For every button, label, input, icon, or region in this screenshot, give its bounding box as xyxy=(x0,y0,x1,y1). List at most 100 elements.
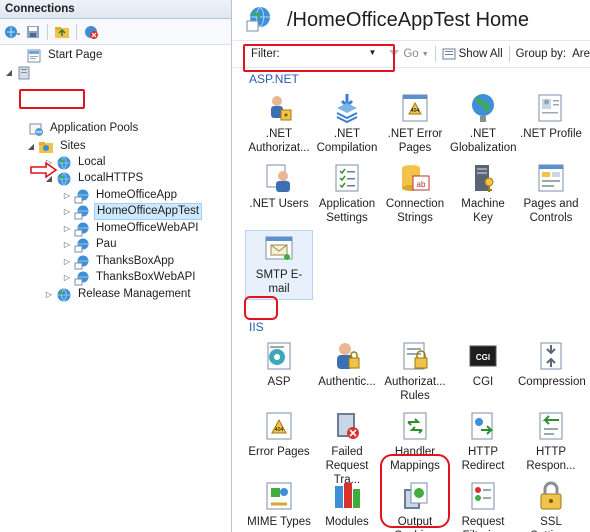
tree-item-label: Pau xyxy=(96,238,117,250)
iis-highlight-box xyxy=(244,296,278,320)
tree-item-homeofficeapp[interactable]: ▷ HomeOfficeApp xyxy=(62,187,179,204)
feature-authentication[interactable]: Authentic... xyxy=(313,338,381,408)
net-profile-icon xyxy=(535,92,567,124)
group-by-select[interactable]: Are xyxy=(572,48,590,60)
net-globalization-icon xyxy=(467,92,499,124)
app-globe-icon xyxy=(74,254,90,270)
machine-key-icon xyxy=(467,162,499,194)
tree-item-pau[interactable]: ▷ Pau xyxy=(62,236,118,253)
tree-item-label: Sites xyxy=(60,140,86,152)
sites-highlight-box xyxy=(19,89,85,109)
filter-divider xyxy=(508,46,510,62)
http-response-headers-icon xyxy=(535,410,567,442)
tree-item-label: HomeOfficeApp xyxy=(96,189,177,201)
connect-icon[interactable] xyxy=(3,23,21,41)
feature-authorization-rules[interactable]: Authorizat... Rules xyxy=(381,338,449,408)
expand-arrow-icon[interactable]: ▷ xyxy=(62,257,72,267)
feature-request-filtering[interactable]: Request Filtering xyxy=(449,478,517,532)
expand-arrow-icon[interactable]: ▷ xyxy=(62,273,72,283)
feature-connection-strings[interactable]: ab Connection Strings xyxy=(381,160,449,230)
feature-label: Machine Key xyxy=(461,198,505,224)
expand-arrow-icon[interactable]: ▷ xyxy=(62,224,72,234)
feature-http-response-headers[interactable]: HTTP Respon... xyxy=(517,408,585,478)
tree-item-server[interactable]: ◢ xyxy=(4,64,36,81)
feature-modules[interactable]: Modules xyxy=(313,478,381,532)
app-pools-icon xyxy=(28,121,44,137)
net-users-icon xyxy=(263,162,295,194)
output-caching-highlight-box xyxy=(380,454,450,528)
feature-mime-types[interactable]: MIME Types xyxy=(245,478,313,532)
tree-item-application-pools[interactable]: Application Pools xyxy=(28,120,140,137)
feature-label: Error Pages xyxy=(248,446,310,458)
feature-label: Application Settings xyxy=(318,198,376,224)
expand-arrow-icon[interactable]: ▷ xyxy=(44,290,54,300)
feature-smtp-email[interactable]: SMTP E-mail xyxy=(245,230,313,300)
feature-ssl-settings[interactable]: SSL Settings xyxy=(517,478,585,532)
feature-net-globalization[interactable]: .NET Globalization xyxy=(449,90,517,160)
show-all-button[interactable]: Show All xyxy=(442,47,503,61)
feature-label: Authorizat... Rules xyxy=(384,376,446,402)
feature-http-redirect[interactable]: HTTP Redirect xyxy=(449,408,517,478)
feature-label: .NET Globalization xyxy=(450,128,517,154)
feature-label: ASP xyxy=(267,376,291,388)
tree-item-localhttps[interactable]: ◢ LocalHTTPS xyxy=(44,170,145,187)
feature-label: .NET Profile xyxy=(520,128,582,140)
start-page-icon xyxy=(26,48,42,64)
feature-machine-key[interactable]: Machine Key xyxy=(449,160,517,230)
feature-net-authorization[interactable]: .NET Authorizat... xyxy=(245,90,313,160)
page-header: /HomeOfficeAppTest Home xyxy=(233,0,590,40)
tree-item-homeofficewebapi[interactable]: ▷ HomeOfficeWebAPI xyxy=(62,220,200,237)
up-folder-icon[interactable] xyxy=(53,23,71,41)
feature-application-settings[interactable]: Application Settings xyxy=(313,160,381,230)
tree-item-homeofficeapptest[interactable]: ▷ HomeOfficeAppTest xyxy=(62,203,203,220)
failed-request-tracing-icon xyxy=(331,410,363,442)
globe-icon xyxy=(56,171,72,187)
connections-toolbar xyxy=(0,19,231,45)
toolbar-divider xyxy=(76,23,77,40)
feature-label: Connection Strings xyxy=(385,198,445,224)
tree-item-label: Start Page xyxy=(48,49,103,61)
feature-label: Pages and Controls xyxy=(523,198,579,224)
tree-item-label: Application Pools xyxy=(50,122,139,134)
tree-item-thanksboxapp[interactable]: ▷ ThanksBoxApp xyxy=(62,253,176,270)
expand-arrow-icon[interactable]: ▷ xyxy=(62,240,72,250)
feature-label: HTTP Redirect xyxy=(461,446,505,472)
save-icon[interactable] xyxy=(24,23,42,41)
handler-mappings-icon xyxy=(399,410,431,442)
feature-label: .NET Compilation xyxy=(316,128,378,154)
aspnet-feature-grid: .NET Authorizat... .NET Compilation 404 … xyxy=(233,90,590,300)
filter-highlight-box xyxy=(243,44,395,72)
tree-item-start-page[interactable]: Start Page xyxy=(14,47,104,64)
feature-label: SSL Settings xyxy=(530,516,572,532)
feature-cgi[interactable]: CGI CGI xyxy=(449,338,517,408)
section-label: IIS xyxy=(249,320,264,334)
feature-net-users[interactable]: .NET Users xyxy=(245,160,313,230)
collapse-arrow-icon[interactable]: ◢ xyxy=(26,142,36,152)
filter-divider xyxy=(434,46,436,62)
app-globe-icon xyxy=(74,221,90,237)
sites-folder-icon xyxy=(38,139,54,155)
server-icon xyxy=(16,65,32,81)
app-settings-icon xyxy=(331,162,363,194)
feature-label: CGI xyxy=(472,376,494,388)
tree-item-sites[interactable]: ◢ Sites xyxy=(26,138,88,155)
expand-arrow-icon[interactable]: ▷ xyxy=(62,207,72,217)
expand-arrow-icon[interactable]: ▷ xyxy=(62,191,72,201)
feature-net-compilation[interactable]: .NET Compilation xyxy=(313,90,381,160)
globe-icon xyxy=(56,155,72,171)
feature-failed-request-tracing[interactable]: Failed Request Tra... xyxy=(313,408,381,486)
tree-item-thanksboxwebapi[interactable]: ▷ ThanksBoxWebAPI xyxy=(62,269,198,286)
feature-error-pages[interactable]: 404 Error Pages xyxy=(245,408,313,478)
modules-icon xyxy=(331,480,363,512)
feature-asp[interactable]: ASP xyxy=(245,338,313,408)
tree-item-release-management[interactable]: ▷ Release Management xyxy=(44,286,193,303)
feature-pages-and-controls[interactable]: Pages and Controls xyxy=(517,160,585,230)
feature-compression[interactable]: Compression xyxy=(517,338,586,408)
group-by-label: Group by: xyxy=(515,48,567,60)
feature-net-error-pages[interactable]: 404 .NET Error Pages xyxy=(381,90,449,160)
svg-text:CGI: CGI xyxy=(476,353,490,362)
feature-label: Modules xyxy=(325,516,369,528)
feature-net-profile[interactable]: .NET Profile xyxy=(517,90,585,160)
disconnect-icon[interactable] xyxy=(82,23,100,41)
connections-pane: Connections Start Page ◢ Application Poo… xyxy=(0,0,232,532)
